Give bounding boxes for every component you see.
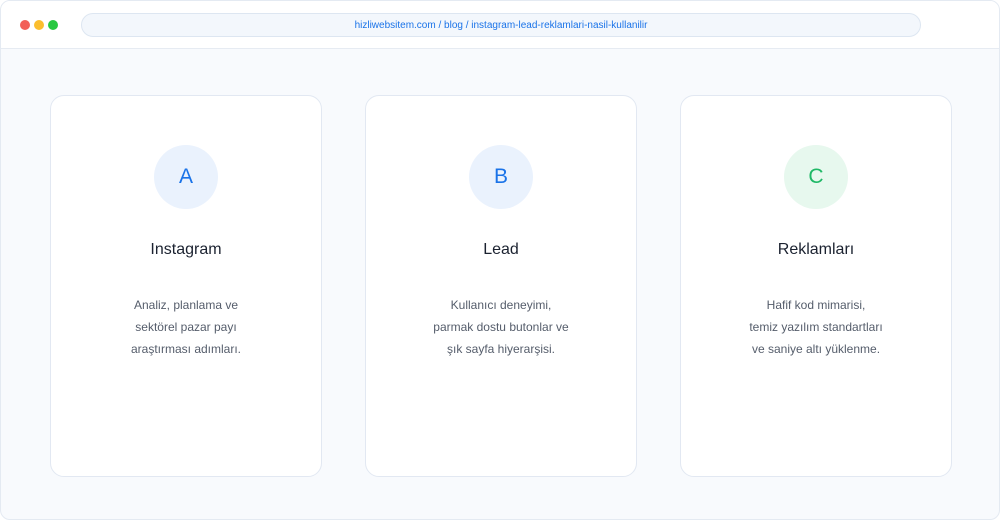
description-line: şık sayfa hiyerarşisi. [446, 342, 556, 356]
card-description: Analiz, planlama ve sektörel pazar payı … [51, 294, 321, 360]
letter-badge: C [784, 145, 848, 209]
card-title: Lead [483, 241, 519, 258]
description-line: Hafif kod mimarisi, [766, 298, 866, 312]
maximize-window-button[interactable] [48, 20, 58, 30]
description-line: temiz yazılım standartları [749, 320, 883, 334]
page-content: A Instagram Analiz, planlama ve sektörel… [1, 49, 999, 519]
feature-card-instagram: A Instagram Analiz, planlama ve sektörel… [50, 95, 322, 477]
letter-badge: B [469, 145, 533, 209]
badge-letter: C [808, 165, 824, 188]
browser-titlebar: hizliwebsitem.com / blog / instagram-lea… [1, 1, 999, 49]
description-line: parmak dostu butonlar ve [433, 320, 569, 334]
description-line: Analiz, planlama ve [133, 298, 239, 312]
badge-letter: A [178, 165, 193, 188]
minimize-window-button[interactable] [34, 20, 44, 30]
letter-badge: A [154, 145, 218, 209]
card-title: Reklamları [777, 241, 855, 258]
close-window-button[interactable] [20, 20, 30, 30]
card-description: Hafif kod mimarisi, temiz yazılım standa… [681, 294, 951, 360]
description-line: ve saniye altı yüklenme. [751, 342, 881, 356]
feature-card-lead: B Lead Kullanıcı deneyimi, parmak dostu … [365, 95, 637, 477]
badge-letter: B [493, 165, 508, 188]
description-line: sektörel pazar payı [135, 320, 237, 334]
card-title: Instagram [150, 241, 222, 258]
browser-window: hizliwebsitem.com / blog / instagram-lea… [0, 0, 1000, 520]
description-line: Kullanıcı deneyimi, [450, 298, 552, 312]
address-bar[interactable]: hizliwebsitem.com / blog / instagram-lea… [81, 13, 921, 37]
url-text: hizliwebsitem.com / blog / instagram-lea… [354, 19, 648, 31]
description-line: araştırması adımları. [130, 342, 242, 356]
card-description: Kullanıcı deneyimi, parmak dostu butonla… [366, 294, 636, 360]
feature-card-reklamlari: C Reklamları Hafif kod mimarisi, temiz y… [680, 95, 952, 477]
